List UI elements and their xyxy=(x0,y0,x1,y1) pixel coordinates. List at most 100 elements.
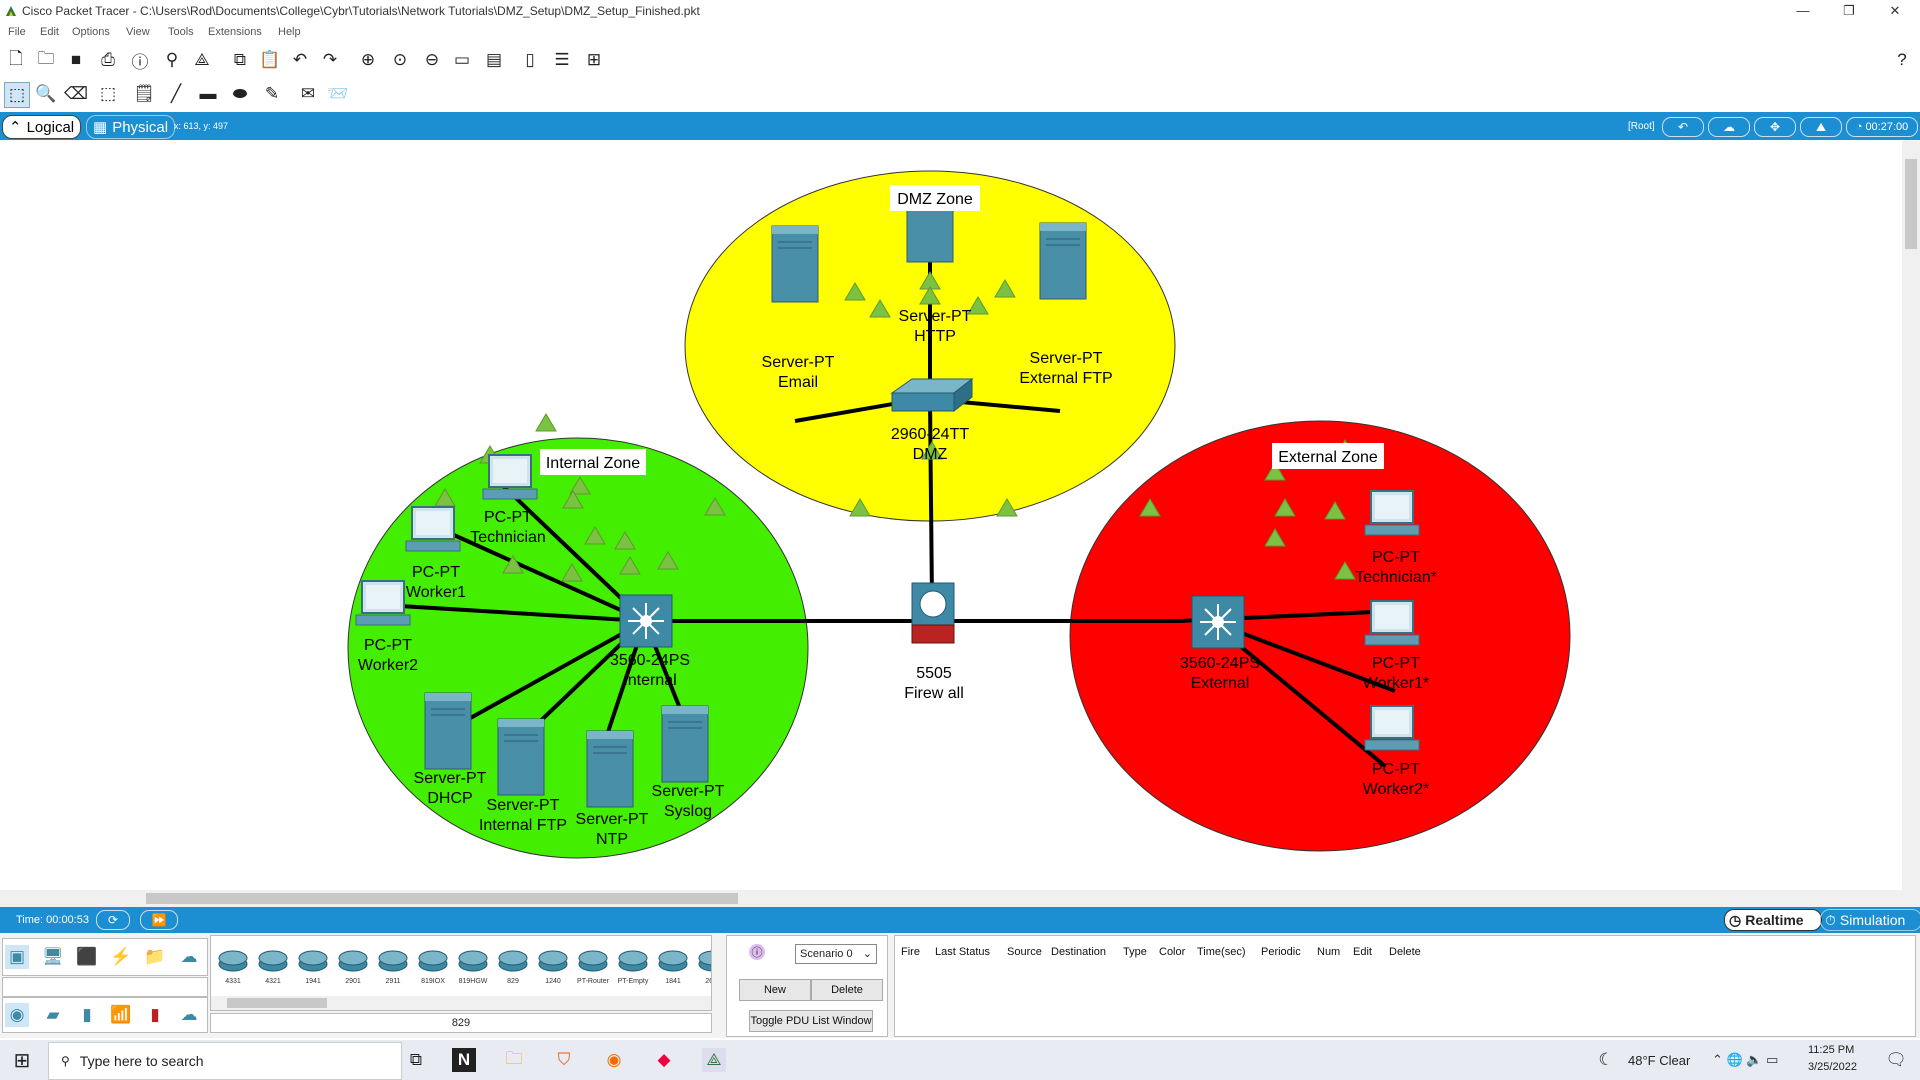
device-models-list[interactable]: 4331 4321 1941 2901 2911 819IOX 819HGW 829 1240 P… xyxy=(210,935,712,1011)
device-model-icon[interactable] xyxy=(535,942,571,978)
hubs-icon[interactable]: ▮ xyxy=(75,1003,99,1027)
vertical-scrollbar[interactable] xyxy=(1902,141,1920,891)
undo-icon[interactable]: ↶ xyxy=(288,48,312,72)
scenario-info-icon[interactable]: ⓘ xyxy=(749,944,765,960)
pc-worker1-icon[interactable] xyxy=(405,506,461,552)
power-cycle-icon[interactable]: ⟳ xyxy=(96,910,130,930)
help-icon[interactable]: ? xyxy=(1890,48,1914,72)
back-icon[interactable]: ↶ xyxy=(1662,117,1704,137)
vertical-scroll-thumb[interactable] xyxy=(1905,159,1917,249)
firewall-icon[interactable] xyxy=(911,582,955,644)
menu-edit[interactable]: Edit xyxy=(40,26,59,38)
custom-device-dialog-icon[interactable]: ▤ xyxy=(482,48,506,72)
physical-tab[interactable]: ▦ Physical xyxy=(86,115,176,139)
tray-icons[interactable]: ⌃ 🌐 🔈 ▭ xyxy=(1712,1052,1778,1068)
freeform-tool-icon[interactable]: ✎ xyxy=(260,82,284,106)
connections-icon[interactable]: ⚡ xyxy=(109,945,133,969)
menu-tools[interactable]: Tools xyxy=(168,26,194,38)
device-model-icon[interactable] xyxy=(295,942,331,978)
brave-browser-icon[interactable]: ⛉ xyxy=(552,1048,576,1072)
save-icon[interactable]: ■ xyxy=(64,48,88,72)
server-syslog-icon[interactable] xyxy=(661,705,709,783)
device-model-icon[interactable] xyxy=(215,942,251,978)
multiuser-icon[interactable]: ☁ xyxy=(177,945,201,969)
switch-internal-icon[interactable] xyxy=(619,594,673,648)
scenario-select[interactable]: Scenario 0 ⌄ xyxy=(795,944,877,964)
note-tool-icon[interactable]: 🗒 xyxy=(132,82,156,106)
realtime-tab[interactable]: ◷ Realtime xyxy=(1724,909,1822,931)
device-model-icon[interactable] xyxy=(335,942,371,978)
models-scroll-thumb[interactable] xyxy=(227,998,327,1008)
task-view-icon[interactable]: ⧉ xyxy=(404,1048,428,1072)
pc-worker2-icon[interactable] xyxy=(355,580,411,626)
menu-file[interactable]: File xyxy=(8,26,26,38)
maximize-button[interactable]: ❐ xyxy=(1826,0,1872,22)
packet-tracer-taskbar-icon[interactable]: ⟁ xyxy=(702,1048,726,1072)
wan-emulation-icon[interactable]: ☁ xyxy=(177,1003,201,1027)
horizontal-scroll-thumb[interactable] xyxy=(146,893,738,904)
models-scrollbar[interactable] xyxy=(211,996,711,1010)
new-scenario-button[interactable]: New xyxy=(739,979,811,1001)
wireless-devices-icon[interactable]: 📶 xyxy=(109,1003,133,1027)
device-model-icon[interactable] xyxy=(695,942,711,978)
add-simple-pdu-icon[interactable]: ✉ xyxy=(296,82,320,106)
redo-icon[interactable]: ↷ xyxy=(318,48,342,72)
server-internal-ftp-icon[interactable] xyxy=(497,718,545,796)
device-model-icon[interactable] xyxy=(575,942,611,978)
drawing-palette-icon[interactable]: ▭ xyxy=(450,48,474,72)
network-wizard-icon[interactable]: ⚲ xyxy=(160,48,184,72)
device-model-icon[interactable] xyxy=(415,942,451,978)
ellipse-tool-icon[interactable]: ⬬ xyxy=(228,82,252,106)
components-icon[interactable]: ⬛ xyxy=(75,945,99,969)
copy-icon[interactable]: ⧉ xyxy=(228,48,252,72)
delete-tool-icon[interactable]: ⌫ xyxy=(64,82,88,106)
device-model-icon[interactable] xyxy=(495,942,531,978)
horizontal-scrollbar[interactable] xyxy=(0,890,1920,907)
pc-ext-worker2-icon[interactable] xyxy=(1364,705,1420,751)
menu-help[interactable]: Help xyxy=(278,26,301,38)
notion-app-icon[interactable]: N xyxy=(452,1048,476,1072)
server-external-ftp-icon[interactable] xyxy=(1039,222,1087,300)
zoom-reset-icon[interactable]: ⊙ xyxy=(388,48,412,72)
zoom-out-icon[interactable]: ⊖ xyxy=(420,48,444,72)
device-model-icon[interactable] xyxy=(455,942,491,978)
add-complex-pdu-icon[interactable]: 📨 xyxy=(326,82,350,106)
print-icon[interactable]: ⎙ xyxy=(96,48,120,72)
menu-view[interactable]: View xyxy=(126,26,150,38)
external-zone[interactable] xyxy=(1069,420,1571,852)
firefox-icon[interactable]: ◉ xyxy=(602,1048,626,1072)
logical-workspace[interactable]: DMZ Zone Internal Zone External Zone Ser… xyxy=(0,141,1902,891)
pc-technician-icon[interactable] xyxy=(482,454,538,500)
network-devices-icon[interactable]: ▣ xyxy=(5,945,29,969)
move-object-icon[interactable]: ✥ xyxy=(1754,117,1796,137)
fast-forward-icon[interactable]: ⏩ xyxy=(140,910,178,930)
zoom-in-icon[interactable]: ⊕ xyxy=(356,48,380,72)
end-devices-icon[interactable]: 🖥 xyxy=(41,945,65,969)
line-tool-icon[interactable]: ╱ xyxy=(164,82,188,106)
taskbar-search[interactable]: ⚲ Type here to search xyxy=(48,1042,402,1080)
info-icon[interactable]: ⓘ xyxy=(128,48,152,72)
rectangle-tool-icon[interactable]: ▬ xyxy=(196,82,220,106)
new-cluster-icon[interactable]: ☁ xyxy=(1708,117,1750,137)
windows-start-icon[interactable]: ⊞ xyxy=(10,1048,34,1072)
file-explorer-icon[interactable]: 🗀 xyxy=(502,1048,526,1072)
ipc-icon[interactable]: ⊞ xyxy=(582,48,606,72)
switches-icon[interactable]: ▰ xyxy=(41,1003,65,1027)
close-button[interactable]: ✕ xyxy=(1872,0,1918,22)
minimize-button[interactable]: — xyxy=(1780,0,1826,22)
pc-ext-technician-icon[interactable] xyxy=(1364,490,1420,536)
misc-icon[interactable]: 📁 xyxy=(143,945,167,969)
simulation-tab[interactable]: ⏱ Simulation xyxy=(1820,909,1920,931)
menu-extensions[interactable]: Extensions xyxy=(208,26,262,38)
server-ntp-icon[interactable] xyxy=(586,730,634,808)
server-email-icon[interactable] xyxy=(771,225,819,303)
device-model-icon[interactable] xyxy=(255,942,291,978)
notification-icon[interactable]: 🗨 xyxy=(1884,1048,1908,1072)
routers-icon[interactable]: ◉ xyxy=(5,1003,29,1027)
paste-icon[interactable]: 📋 xyxy=(258,48,282,72)
topology-canvas[interactable]: DMZ Zone Internal Zone External Zone Ser… xyxy=(0,141,1902,891)
device-model-icon[interactable] xyxy=(615,942,651,978)
delete-scenario-button[interactable]: Delete xyxy=(811,979,883,1001)
resize-tool-icon[interactable]: ⬚ xyxy=(96,82,120,106)
security-icon[interactable]: ▮ xyxy=(143,1003,167,1027)
